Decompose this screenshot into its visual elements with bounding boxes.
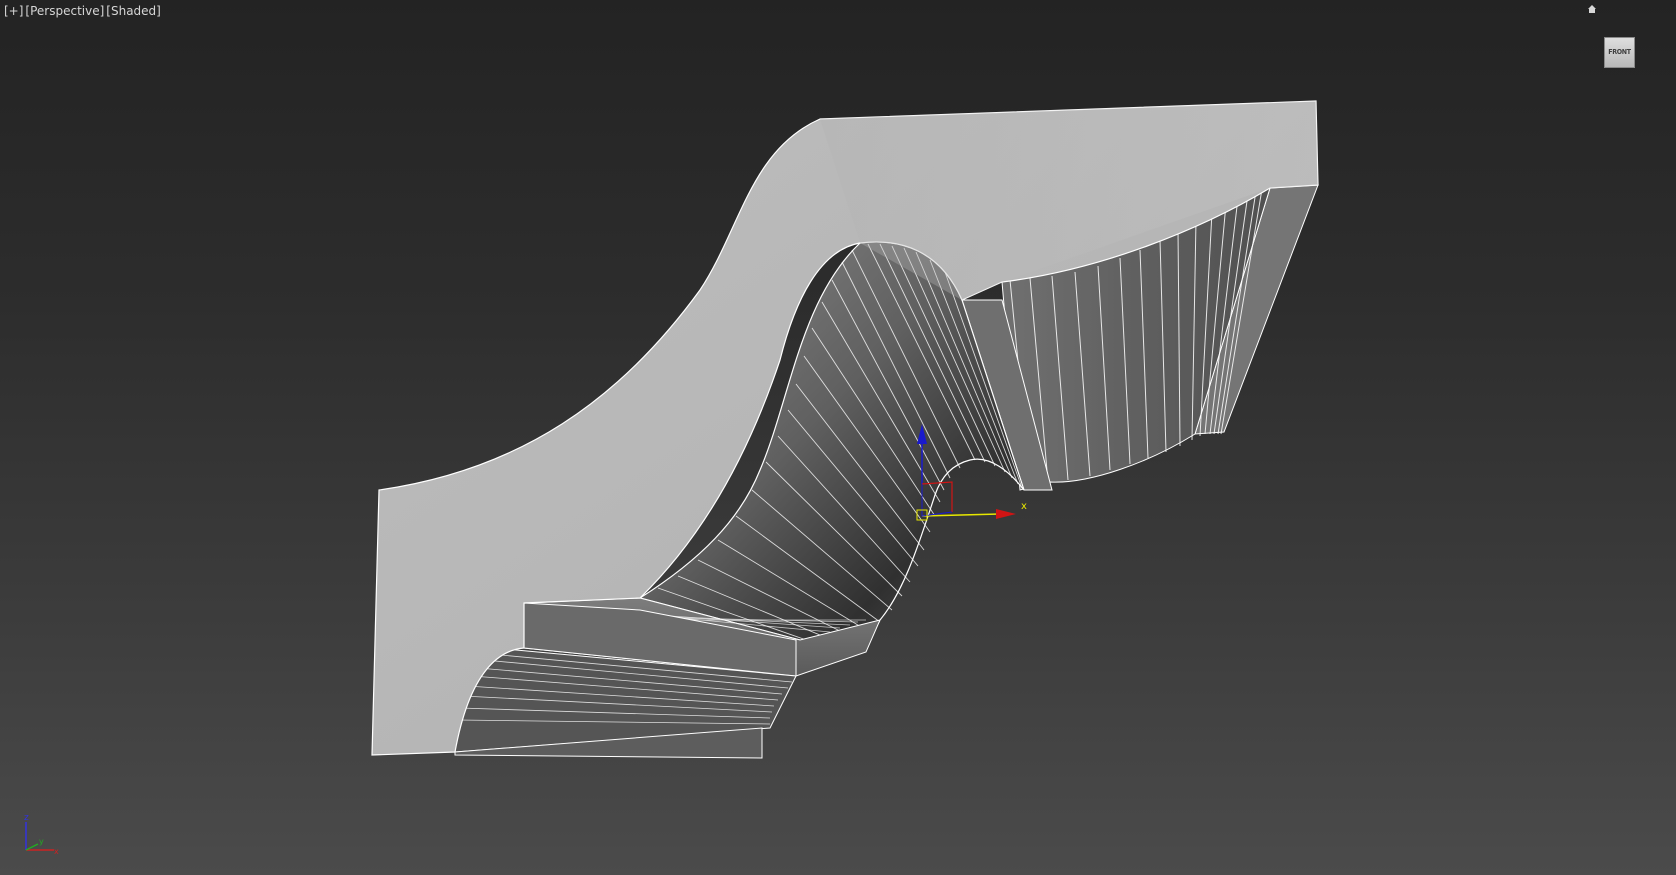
gizmo-x-arrow[interactable]	[996, 509, 1016, 519]
scene-canvas[interactable]: x	[0, 0, 1676, 875]
gizmo-x-label: x	[1021, 501, 1027, 512]
tripod-z-label: z	[24, 813, 29, 823]
tripod-x-label: x	[54, 847, 59, 856]
tripod-y-label: y	[39, 837, 44, 846]
perspective-viewport[interactable]: [+] [Perspective] [Shaded] FRONT x z y x	[0, 0, 1676, 875]
axis-tripod: z y x	[24, 813, 59, 856]
